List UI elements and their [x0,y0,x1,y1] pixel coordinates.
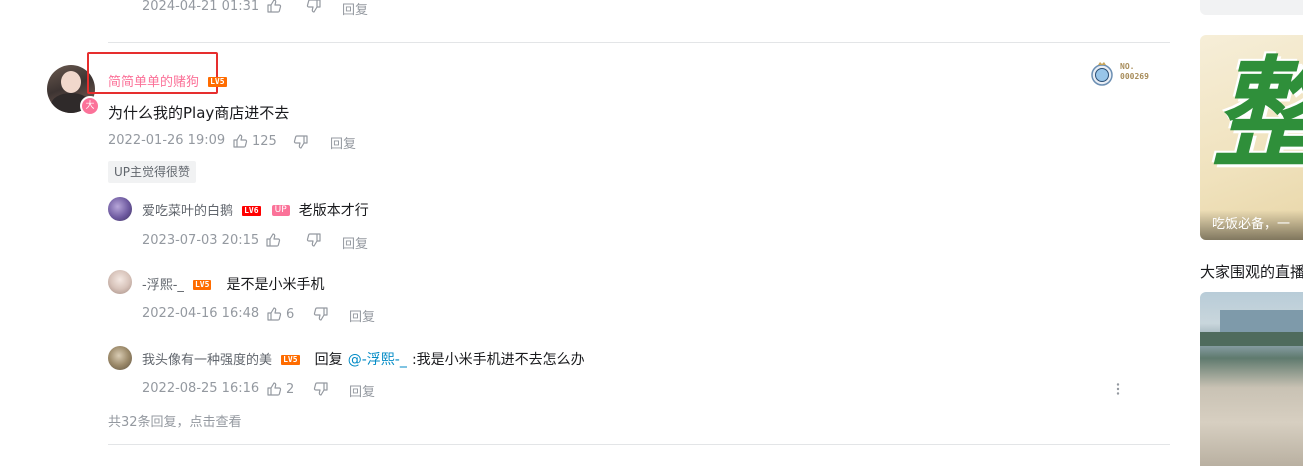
comment-time: 2024-04-21 01:31 [142,0,260,14]
reply-content: 是不是小米手机 [226,277,325,293]
reply-content: 老版本才行 [298,203,369,219]
thumbs-down-icon[interactable] [293,134,309,150]
reply-button[interactable]: 回复 [342,233,368,252]
level-badge: LV5 [208,76,227,87]
up-liked-tag: UP主觉得很赞 [108,161,197,183]
comment-time: 2022-08-25 16:16 [142,381,260,396]
reply-button[interactable]: 回复 [330,133,356,152]
reply-button[interactable]: 回复 [349,381,375,400]
section-title: 大家围观的直播 [1200,263,1303,281]
comment-user: 简简单单的赌狗 LV5 [108,71,227,90]
live-thumbnail[interactable] [1200,292,1303,466]
mention-link[interactable]: @-浮熙-_ [348,352,407,368]
banner-caption: 吃饭必备，一 [1212,217,1291,232]
sidebar-search-box[interactable] [1200,0,1303,15]
thumbs-up-icon [266,306,282,322]
vip-badge: 大 [80,96,100,116]
username[interactable]: -浮熙-_ [142,278,184,293]
divider [108,444,1170,445]
reply-content: :我是小米手机进不去怎么办 [411,352,585,368]
comment-time: 2022-01-26 19:09 [108,133,226,148]
reply-line: 我头像有一种强度的美 LV5 回复 @-浮熙-_ :我是小米手机进不去怎么办 [142,349,585,369]
prev-comment-meta: 2024-04-21 01:31 [142,0,259,14]
level-badge: LV5 [281,354,300,365]
avatar[interactable] [108,270,132,294]
thumbs-down-icon[interactable] [306,0,322,14]
username[interactable]: 我头像有一种强度的美 [142,353,272,368]
thumbs-down-icon[interactable] [313,306,329,322]
username[interactable]: 爱吃菜叶的白鹅 [142,204,233,219]
fan-medal-icon [1090,60,1114,88]
like-count: 6 [286,306,295,322]
avatar[interactable] [108,197,132,221]
banner-big-text: 整 [1212,45,1303,185]
reply-button[interactable]: 回复 [349,306,375,325]
thumbs-up-icon [266,381,282,397]
comment-time: 2023-07-03 20:15 [142,233,260,248]
more-options-icon[interactable] [1112,381,1124,397]
avatar[interactable] [108,346,132,370]
thumbs-down-icon[interactable] [313,381,329,397]
divider [108,42,1170,43]
username[interactable]: 简简单单的赌狗 [108,75,199,90]
comment-time: 2022-04-16 16:48 [142,306,260,321]
reply-line: 爱吃菜叶的白鹅 LV6 UP 老版本才行 [142,200,369,220]
level-badge: LV6 [242,205,261,216]
reply-button[interactable]: 回复 [342,0,368,18]
like-button[interactable]: 125 [232,133,277,153]
thumbs-down-icon[interactable] [306,232,322,248]
thumbs-up-icon [232,133,248,149]
view-more-replies-link[interactable]: 共32条回复，点击查看 [108,411,242,430]
up-badge: UP [271,205,290,216]
fan-medal-number: NO. 000269 [1120,62,1149,81]
sidebar-ad-banner[interactable]: 整 吃饭必备，一 [1200,35,1303,240]
thumbs-up-icon[interactable] [266,0,282,14]
level-badge: LV5 [192,279,212,290]
thumbs-up-icon[interactable] [265,232,281,248]
like-button[interactable]: 6 [266,306,294,326]
reply-prefix: 回复 [314,352,343,368]
like-count: 125 [252,133,277,149]
like-count: 2 [286,381,295,397]
like-button[interactable]: 2 [266,381,294,401]
comment-text: 为什么我的Play商店进不去 [108,104,290,122]
reply-line: -浮熙-_ LV5 是不是小米手机 [142,274,325,294]
